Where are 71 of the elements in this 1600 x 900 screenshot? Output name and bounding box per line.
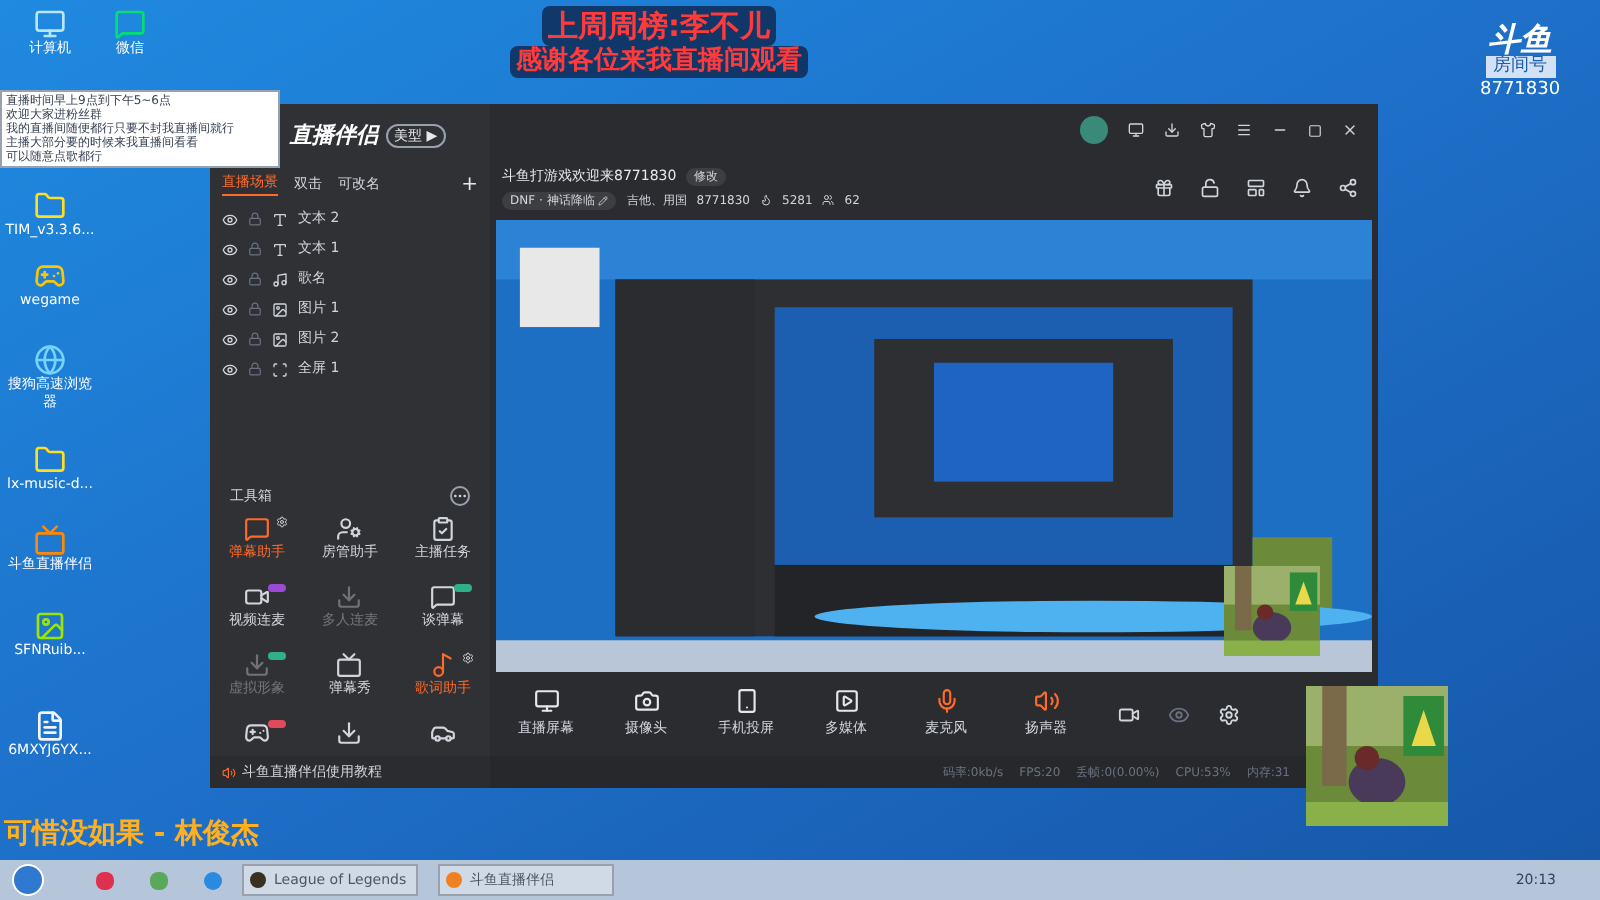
lock-icon[interactable]: [248, 362, 262, 376]
task-icon: [430, 516, 457, 542]
download-icon[interactable]: [1164, 122, 1180, 138]
avatar-icon[interactable]: [1080, 116, 1108, 144]
browser-icon[interactable]: [34, 344, 66, 376]
unlock-icon[interactable]: [1200, 178, 1220, 198]
speaker-icon: [1033, 688, 1059, 715]
pk-icon: [243, 720, 270, 746]
flame-icon: [760, 194, 773, 207]
preview-icon[interactable]: [1168, 703, 1190, 725]
settings-icon[interactable]: [1218, 703, 1240, 725]
maximize-icon[interactable]: [1308, 123, 1322, 137]
monitor-icon[interactable]: [1128, 122, 1144, 138]
song-title: 可惜没如果 - 林俊杰: [4, 816, 260, 852]
lock-icon[interactable]: [248, 212, 262, 226]
users-icon: [822, 194, 835, 207]
room-label: 房间号: [1485, 56, 1556, 78]
lock-icon[interactable]: [248, 332, 262, 346]
text-source-icon: [272, 241, 288, 257]
overlay-subtitle: 感谢各位来我直播间观看: [510, 46, 808, 78]
visibility-icon[interactable]: [222, 241, 238, 257]
manager-icon: [336, 516, 363, 542]
speaker-icon: [222, 765, 236, 779]
lock-icon[interactable]: [248, 272, 262, 286]
visibility-icon[interactable]: [222, 211, 238, 227]
song-source-icon: [272, 271, 288, 287]
layout-icon[interactable]: [1246, 178, 1266, 198]
menu-icon[interactable]: [1236, 122, 1252, 138]
folder-icon[interactable]: [34, 190, 66, 222]
phone-icon: [733, 688, 759, 715]
pencil-icon: [598, 195, 609, 206]
video-icon: [243, 584, 270, 610]
media-icon: [833, 688, 859, 715]
lock-icon[interactable]: [248, 302, 262, 316]
camera-icon: [633, 688, 659, 715]
file-icon[interactable]: [34, 710, 66, 742]
danmu-icon: [243, 516, 270, 542]
room-number: 8771830: [1480, 78, 1561, 102]
download-icon: [336, 720, 363, 746]
add-scene-button[interactable]: +: [461, 169, 478, 199]
room-logo: 斗鱼: [1488, 24, 1553, 56]
overlay-title: 上周周榜:李不儿: [542, 6, 776, 46]
pinned-app-icon[interactable]: [96, 871, 114, 889]
close-icon[interactable]: [1342, 122, 1358, 138]
game-icon[interactable]: [34, 260, 66, 292]
lyrics-icon: [430, 652, 457, 678]
visibility-icon[interactable]: [222, 331, 238, 347]
visibility-icon[interactable]: [222, 361, 238, 377]
start-button[interactable]: [12, 864, 44, 896]
app-title: 直播伴侣: [290, 119, 378, 152]
shirt-icon[interactable]: [1200, 122, 1216, 138]
text-source-icon: [272, 211, 288, 227]
image-source-icon: [272, 331, 288, 347]
image-source-icon: [272, 301, 288, 317]
visibility-icon[interactable]: [222, 271, 238, 287]
download-icon: [243, 652, 270, 678]
chat-icon: [430, 584, 457, 610]
record-icon[interactable]: [1118, 703, 1140, 725]
visibility-icon[interactable]: [222, 301, 238, 317]
screen-source-icon: [272, 361, 288, 377]
folder-icon[interactable]: [34, 444, 66, 476]
lock-icon[interactable]: [248, 242, 262, 256]
computer-icon[interactable]: [34, 8, 66, 40]
share-icon[interactable]: [1338, 178, 1358, 198]
mic-icon: [933, 688, 959, 715]
bell-icon[interactable]: [1292, 178, 1312, 198]
more-icon[interactable]: [450, 486, 470, 506]
gift-icon[interactable]: [1154, 178, 1174, 198]
screen-icon: [533, 688, 559, 715]
image-icon[interactable]: [34, 610, 66, 642]
download-icon: [336, 584, 363, 610]
